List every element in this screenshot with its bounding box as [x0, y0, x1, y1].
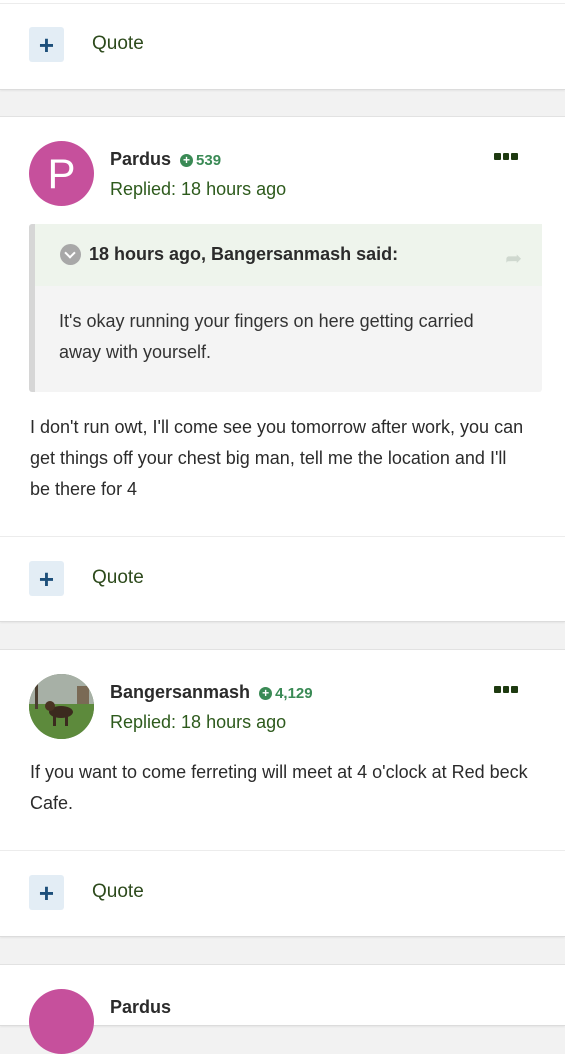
- post-card: Pardus: [0, 964, 565, 1054]
- plus-icon: +: [38, 563, 55, 594]
- post-timestamp: Replied: 18 hours ago: [110, 179, 287, 199]
- post-card: + Quote: [0, 0, 565, 90]
- avatar[interactable]: [29, 674, 94, 739]
- plus-icon: +: [38, 29, 55, 60]
- quote-text: It's okay running your fingers on here g…: [59, 311, 474, 362]
- quote-button[interactable]: Quote: [92, 881, 144, 903]
- author-name[interactable]: Pardus: [110, 149, 171, 169]
- post-actions: + Quote: [0, 3, 565, 88]
- post-card: Bangersanmash +4,129 Replied: 18 hours a…: [0, 649, 565, 937]
- author-info: Pardus +539: [110, 149, 221, 170]
- quote-button[interactable]: Quote: [92, 33, 144, 55]
- quote-citation: 18 hours ago, Bangersanmash said:: [89, 244, 399, 264]
- multiquote-button[interactable]: +: [29, 875, 64, 910]
- plus-circle-icon: +: [259, 687, 273, 700]
- post-actions: + Quote: [0, 850, 565, 935]
- quote-header[interactable]: 18 hours ago, Bangersanmash said: ➦: [35, 224, 542, 286]
- author-name[interactable]: Bangersanmash: [110, 682, 250, 702]
- ellipsis-icon[interactable]: [494, 686, 519, 694]
- post-content: I don't run owt, I'll come see you tomor…: [30, 417, 524, 499]
- multiquote-button[interactable]: +: [29, 27, 64, 62]
- ellipsis-icon[interactable]: [494, 153, 519, 161]
- quote-button[interactable]: Quote: [92, 567, 144, 589]
- author-info: Bangersanmash +4,129: [110, 682, 313, 703]
- share-icon[interactable]: ➦: [505, 246, 522, 271]
- avatar[interactable]: P: [29, 141, 94, 206]
- reputation-badge: +4,129: [259, 685, 313, 702]
- plus-circle-icon: +: [180, 154, 194, 167]
- reputation-badge: +539: [180, 152, 221, 169]
- dog-photo: [29, 674, 94, 739]
- post-timestamp: Replied: 18 hours ago: [110, 712, 287, 732]
- post-card: P Pardus +539 Replied: 18 hours ago 18 h…: [0, 116, 565, 622]
- chevron-down-icon[interactable]: [60, 244, 81, 265]
- multiquote-button[interactable]: +: [29, 561, 64, 596]
- plus-icon: +: [38, 877, 55, 908]
- post-content: If you want to come ferreting will meet …: [30, 762, 528, 813]
- author-info: Pardus: [110, 997, 171, 1018]
- post-actions: + Quote: [0, 536, 565, 621]
- quoted-post: 18 hours ago, Bangersanmash said: ➦ It's…: [29, 224, 542, 392]
- avatar[interactable]: [29, 989, 94, 1054]
- author-name[interactable]: Pardus: [110, 997, 171, 1017]
